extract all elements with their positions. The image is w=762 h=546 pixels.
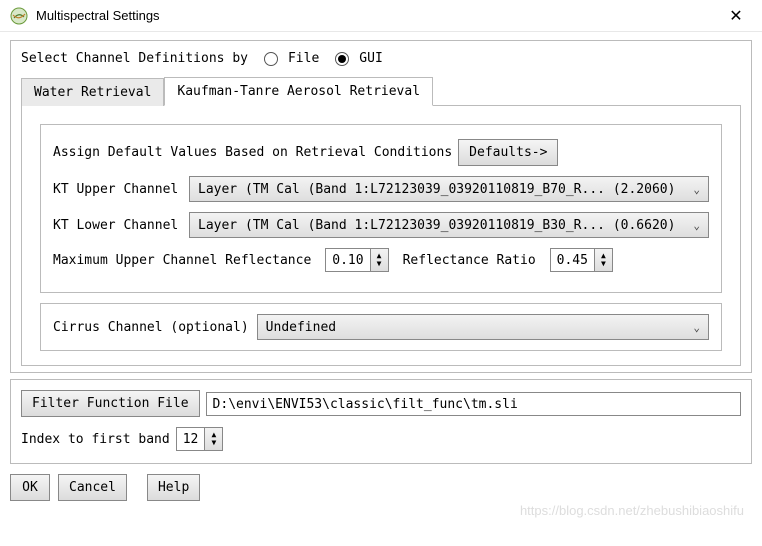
reflectance-ratio-value: 0.45 [551, 253, 594, 268]
app-icon [10, 7, 28, 25]
cirrus-dropdown[interactable]: Undefined ⌄ [257, 314, 709, 340]
kt-lower-channel-dropdown[interactable]: Layer (TM Cal (Band 1:L72123039_03920110… [189, 212, 709, 238]
ok-button[interactable]: OK [10, 474, 50, 501]
kt-upper-channel-dropdown[interactable]: Layer (TM Cal (Band 1:L72123039_03920110… [189, 176, 709, 202]
assign-defaults-label: Assign Default Values Based on Retrieval… [53, 145, 452, 160]
max-upper-reflectance-spinner[interactable]: 0.10 ▲▼ [325, 248, 388, 272]
spinner-arrows-icon[interactable]: ▲▼ [204, 428, 222, 450]
select-channel-label: Select Channel Definitions by [21, 51, 248, 66]
tab-water-retrieval[interactable]: Water Retrieval [21, 78, 164, 106]
kt-upper-channel-value: Layer (TM Cal (Band 1:L72123039_03920110… [198, 182, 675, 197]
tab-kaufman-tanre[interactable]: Kaufman-Tanre Aerosol Retrieval [164, 77, 433, 106]
cirrus-value: Undefined [266, 320, 336, 335]
radio-file-label: File [288, 51, 319, 66]
cirrus-label: Cirrus Channel (optional) [53, 320, 249, 335]
reflectance-ratio-spinner[interactable]: 0.45 ▲▼ [550, 248, 613, 272]
chevron-down-icon: ⌄ [693, 321, 700, 334]
spinner-arrows-icon[interactable]: ▲▼ [594, 249, 612, 271]
filter-function-file-input[interactable]: D:\envi\ENVI53\classic\filt_func\tm.sli [206, 392, 741, 416]
help-button[interactable]: Help [147, 474, 200, 501]
chevron-down-icon: ⌄ [693, 219, 700, 232]
index-first-band-label: Index to first band [21, 432, 170, 447]
spinner-arrows-icon[interactable]: ▲▼ [370, 249, 388, 271]
radio-file[interactable] [264, 52, 278, 66]
kt-upper-channel-label: KT Upper Channel [53, 182, 183, 197]
kt-lower-channel-value: Layer (TM Cal (Band 1:L72123039_03920110… [198, 218, 675, 233]
filter-function-file-button[interactable]: Filter Function File [21, 390, 200, 417]
radio-gui[interactable] [335, 52, 349, 66]
defaults-button[interactable]: Defaults-> [458, 139, 558, 166]
radio-gui-label: GUI [359, 51, 382, 66]
index-first-band-spinner[interactable]: 12 ▲▼ [176, 427, 224, 451]
window-title: Multispectral Settings [36, 8, 720, 23]
chevron-down-icon: ⌄ [693, 183, 700, 196]
close-button[interactable]: ✕ [720, 4, 752, 28]
max-upper-reflectance-label: Maximum Upper Channel Reflectance [53, 253, 311, 268]
cancel-button[interactable]: Cancel [58, 474, 127, 501]
index-first-band-value: 12 [177, 432, 205, 447]
max-upper-reflectance-value: 0.10 [326, 253, 369, 268]
kt-lower-channel-label: KT Lower Channel [53, 218, 183, 233]
reflectance-ratio-label: Reflectance Ratio [403, 253, 536, 268]
